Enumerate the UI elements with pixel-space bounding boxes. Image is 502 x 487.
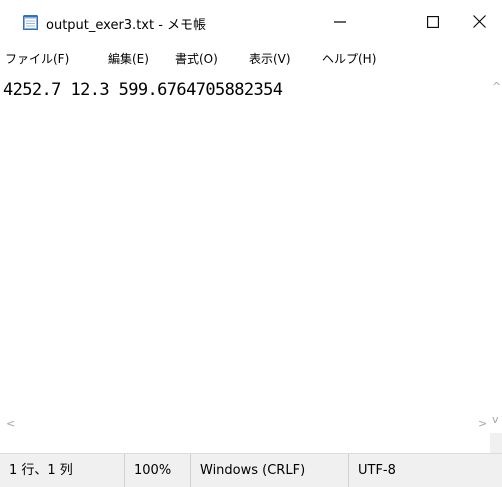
vertical-scrollbar[interactable]: ^ v	[490, 70, 502, 433]
close-icon	[472, 13, 486, 32]
window-title: output_exer3.txt - メモ帳	[46, 18, 207, 33]
status-cursor-position: 1 行、1 列	[0, 454, 125, 487]
minimize-button[interactable]	[317, 6, 363, 38]
menu-bar: ファイル(F) 編集(E) 書式(O) 表示(V) ヘルプ(H)	[0, 44, 502, 70]
horizontal-scrollbar[interactable]: < >	[0, 414, 490, 433]
status-line-ending: Windows (CRLF)	[191, 454, 349, 487]
menu-view[interactable]: 表示(V)	[249, 50, 291, 67]
title-bar[interactable]: output_exer3.txt - メモ帳	[0, 0, 502, 44]
notepad-icon	[22, 14, 39, 31]
maximize-icon	[427, 13, 439, 32]
status-encoding: UTF-8	[358, 463, 396, 478]
notepad-window: output_exer3.txt - メモ帳 ファイル(F) 編集(E) 書式(…	[0, 0, 502, 487]
scroll-up-icon[interactable]: ^	[492, 80, 501, 93]
menu-help[interactable]: ヘルプ(H)	[322, 50, 376, 67]
scroll-down-icon[interactable]: v	[492, 413, 499, 426]
scroll-left-icon[interactable]: <	[6, 417, 15, 430]
close-button[interactable]	[456, 6, 502, 38]
status-bar: 1 行、1 列 100% Windows (CRLF) UTF-8	[0, 453, 502, 487]
menu-file[interactable]: ファイル(F)	[5, 50, 69, 67]
status-zoom: 100%	[125, 454, 191, 487]
text-editor[interactable]: 4252.7 12.3 599.6764705882354	[0, 70, 490, 414]
minimize-icon	[334, 13, 346, 32]
scrollbar-corner	[490, 433, 502, 453]
scroll-right-icon[interactable]: >	[478, 417, 487, 430]
menu-format[interactable]: 書式(O)	[175, 50, 218, 67]
maximize-button[interactable]	[410, 6, 456, 38]
editor-content[interactable]: 4252.7 12.3 599.6764705882354	[3, 80, 283, 100]
menu-edit[interactable]: 編集(E)	[108, 50, 149, 67]
